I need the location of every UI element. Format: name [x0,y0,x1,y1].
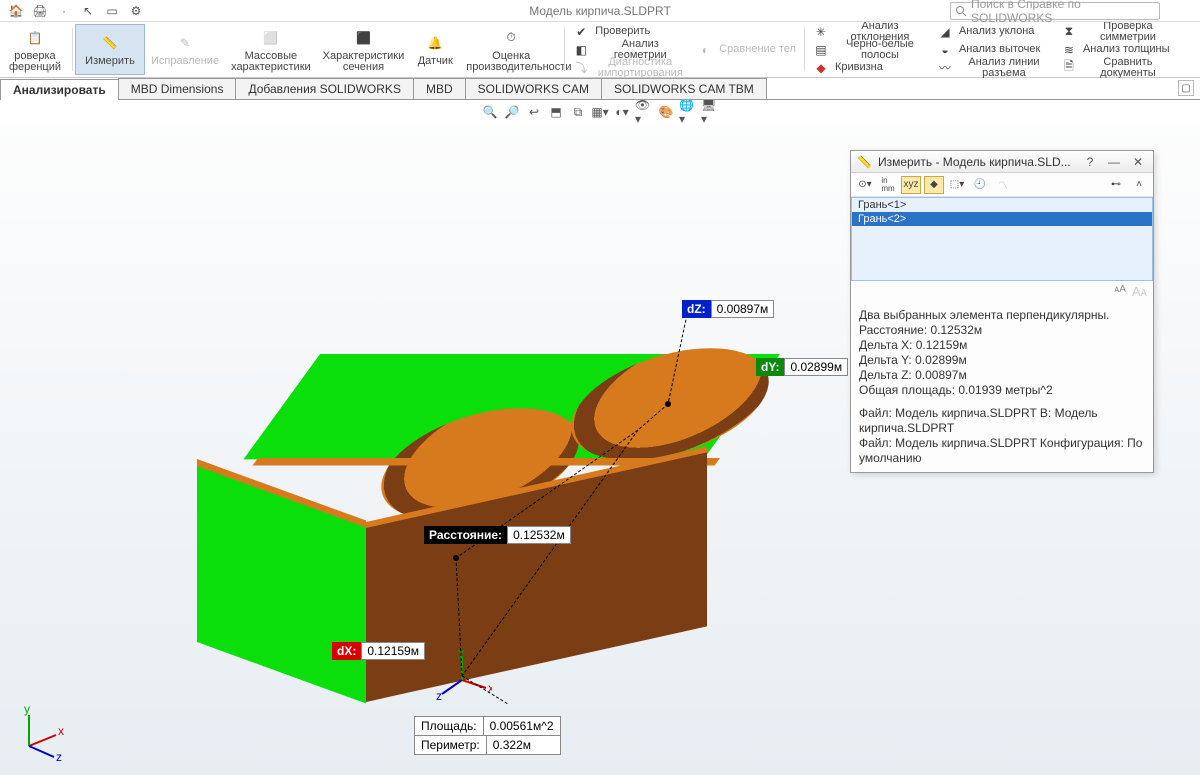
fix-button[interactable]: ✎Исправление [145,24,225,75]
area-perimeter-box: Площадь:0.00561м^2 Периметр:0.322м [414,716,561,755]
tab-mbd[interactable]: MBD [413,78,466,99]
svg-text:y: y [458,650,464,659]
command-manager-tabs: Анализировать MBD Dimensions Добавления … [0,78,1200,100]
orientation-icon[interactable]: ⧉ [569,103,587,121]
scene-icon[interactable]: 👁▾ [635,103,653,121]
symmetry-button[interactable]: ⧗Проверка симметрии [1055,23,1179,41]
close-icon[interactable]: ✕ [1129,155,1147,169]
section-view-icon[interactable]: ⬒ [547,103,565,121]
check-references-button[interactable]: 📋роверка ференций [0,24,70,75]
draft-button[interactable]: ◢Анализ уклона [931,23,1055,41]
sep-icon: · [56,3,72,19]
minimize-icon[interactable]: — [1105,155,1123,169]
dialog-toolbar: ⊙▾ in mm xyz ◆ ⬚▾ 🕘 〽 ⊷ ˄ [851,173,1153,197]
search-placeholder: Поиск в Справке по SOLIDWORKS [971,0,1155,25]
zoom-fit-icon[interactable]: 🔍 [481,103,499,121]
history-icon[interactable]: 🕘 [970,176,990,194]
tab-analyze[interactable]: Анализировать [0,79,119,100]
hide-show-icon[interactable]: ◐▾ [613,103,631,121]
font-smaller-icon[interactable]: ᴀA [1114,284,1126,299]
help-icon[interactable]: ? [1081,155,1099,169]
xyz-mode-icon[interactable]: xyz [901,176,921,194]
quick-access-toolbar: 🏠 🖨 · ↖ ▭ ⚙ [0,3,152,19]
svg-text:x: x [58,724,64,738]
document-title: Модель кирпича.SLDPRT [529,4,671,18]
cursor-icon[interactable]: ↖ [80,3,96,19]
dialog-title: Измерить - Модель кирпича.SLD... [878,155,1075,169]
dz-callout: dZ:0.00897м [682,300,774,318]
dy-callout: dY:0.02899м [756,358,848,376]
print-icon[interactable]: 🖨 [32,3,48,19]
sensor-create-icon[interactable]: 〽 [993,176,1013,194]
expand-ribbon-icon[interactable]: ▢ [1178,80,1194,96]
screen-icon[interactable]: 🖥▾ [701,103,719,121]
svg-text:x: x [488,681,492,695]
svg-text:z: z [436,689,442,703]
collapse-icon[interactable]: ˄ [1129,176,1149,194]
display-style-icon[interactable]: ▦▾ [591,103,609,121]
prev-view-icon[interactable]: ↩ [525,103,543,121]
mass-props-button[interactable]: ⬜Массовые характеристики [225,24,317,75]
distance-callout: Расстояние:0.12532м [424,526,571,544]
svg-text:y: y [24,702,30,716]
zebra-button[interactable]: ▤Черно-белые полосы [807,41,931,59]
parting-line-button[interactable]: 〰Анализ линии разъема [931,59,1055,77]
tab-cam-tbm[interactable]: SOLIDWORKS CAM TBM [601,78,767,99]
measure-dialog[interactable]: 📏 Измерить - Модель кирпича.SLD... ? — ✕… [850,150,1154,473]
zoom-area-icon[interactable]: 🔎 [503,103,521,121]
compare-docs-button[interactable]: 🗎Сравнить документы [1055,59,1179,77]
appearance-icon[interactable]: 🎨 [657,103,675,121]
measure-icon: 📏 [857,155,872,169]
arc-mode-icon[interactable]: ⊙▾ [855,176,875,194]
measure-button[interactable]: 📏Измерить [75,24,145,75]
search-icon [955,5,967,17]
section-props-button[interactable]: ⬛Характеристики сечения [317,24,411,75]
results-text: Два выбранных элемента перпендикулярны. … [851,302,1153,472]
ribbon: 📋роверка ференций 📏Измерить ✎Исправление… [0,22,1200,78]
model-origin-triad: x y z [432,650,492,710]
title-bar: 🏠 🖨 · ↖ ▭ ⚙ Модель кирпича.SLDPRT Поиск … [0,0,1200,22]
svg-text:z: z [56,750,62,761]
dialog-header[interactable]: 📏 Измерить - Модель кирпича.SLD... ? — ✕ [851,151,1153,173]
heads-up-toolbar: 🔍 🔎 ↩ ⬒ ⧉ ▦▾ ◐▾ 👁▾ 🎨 🌐▾ 🖥▾ [0,100,1200,124]
compare-bodies-button[interactable]: ◐Сравнение тел [691,41,802,59]
gear-icon[interactable]: ⚙ [128,3,144,19]
pin-icon[interactable]: ⊷ [1106,176,1126,194]
view-triad[interactable]: x y z [14,701,74,761]
units-button[interactable]: in mm [878,176,898,194]
import-diag-button[interactable]: ⤵Диагностика импортирования [567,59,691,77]
selection-list[interactable]: Грань<1> Грань<2> [851,197,1153,281]
sensor-button[interactable]: 🔔Датчик [410,24,460,75]
brick-model [320,354,780,654]
projection-icon[interactable]: ⬚▾ [947,176,967,194]
render-icon[interactable]: 🌐▾ [679,103,697,121]
selection-item[interactable]: Грань<1> [852,198,1152,212]
dx-callout: dX:0.12159м [332,642,425,660]
tab-cam[interactable]: SOLIDWORKS CAM [465,78,602,99]
selection-item[interactable]: Грань<2> [852,212,1152,226]
perf-button[interactable]: ⏱Оценка производительности [460,24,562,75]
curvature-button[interactable]: ◆Кривизна [807,59,931,77]
tab-mbd-dimensions[interactable]: MBD Dimensions [118,78,237,99]
font-larger-icon[interactable]: Aᴀ [1132,284,1147,299]
tab-addins[interactable]: Добавления SOLIDWORKS [235,78,414,99]
doc-icon[interactable]: ▭ [104,3,120,19]
font-size-controls: ᴀA Aᴀ [851,281,1153,302]
home-icon[interactable]: 🏠 [8,3,24,19]
point-mode-icon[interactable]: ◆ [924,176,944,194]
help-search[interactable]: Поиск в Справке по SOLIDWORKS [950,2,1160,20]
